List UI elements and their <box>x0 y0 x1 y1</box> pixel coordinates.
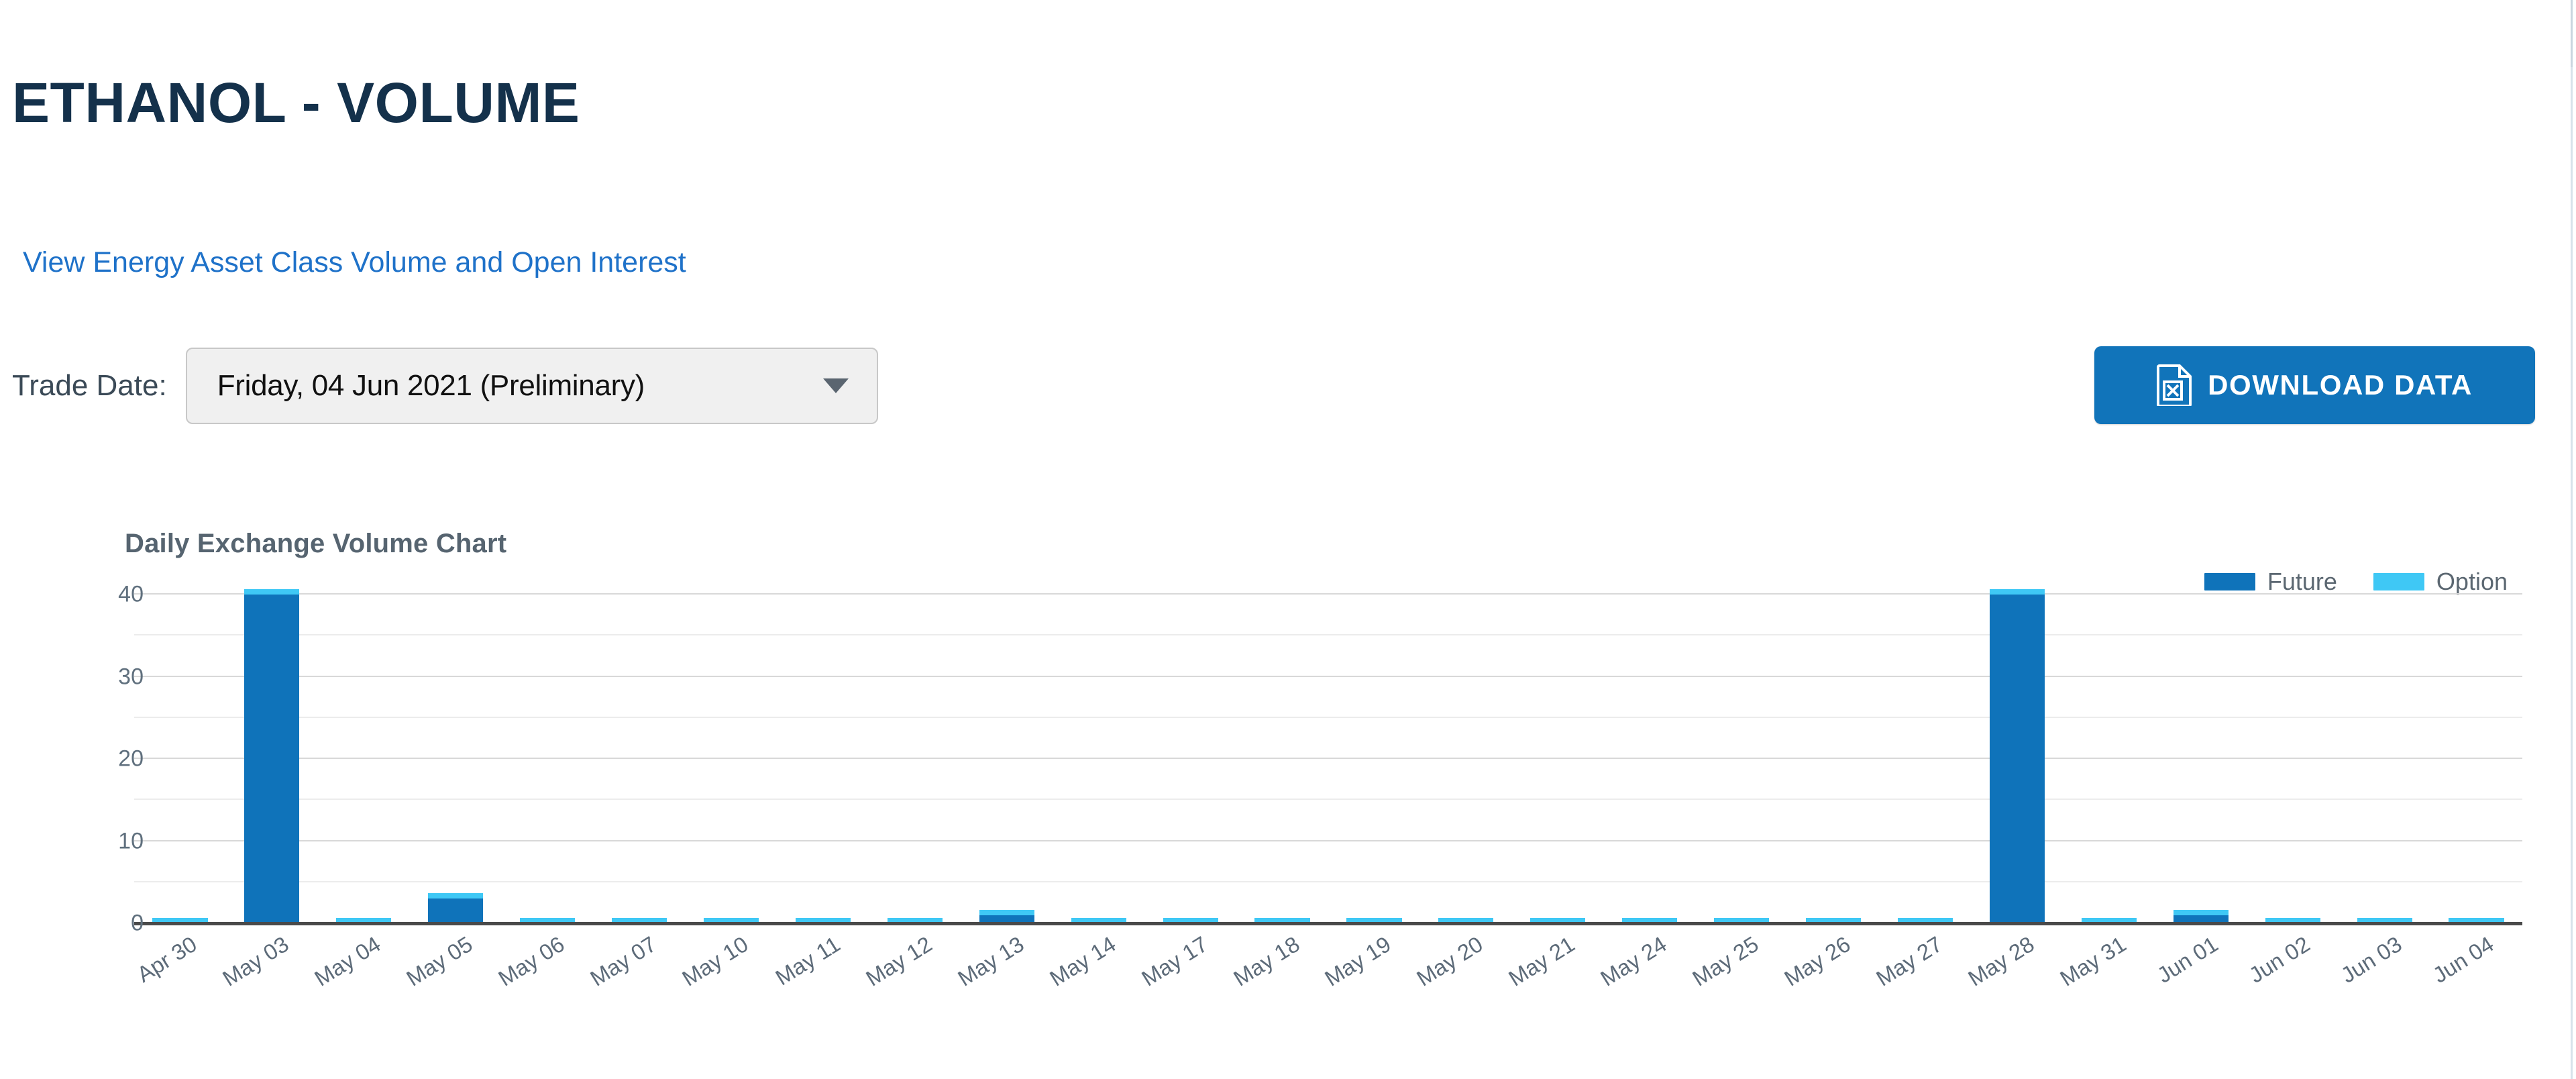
bar-group[interactable] <box>2265 595 2320 923</box>
bar-group[interactable] <box>1346 595 1402 923</box>
bar-group[interactable] <box>612 595 667 923</box>
bar-group[interactable] <box>887 595 943 923</box>
bar-future[interactable] <box>428 898 484 923</box>
x-axis-tick-label: May 26 <box>1780 931 1855 991</box>
y-axis-tick-label: 30 <box>118 664 144 689</box>
energy-asset-class-link[interactable]: View Energy Asset Class Volume and Open … <box>23 246 686 278</box>
bar-future[interactable] <box>244 595 300 923</box>
bar-future[interactable] <box>1989 595 2045 923</box>
page-title: ETHANOL - VOLUME <box>12 71 580 134</box>
y-axis-tick-label: 0 <box>131 910 144 936</box>
x-axis-tick-label: May 21 <box>1504 931 1579 991</box>
plot-wrapper: 0 10 20 30 40 Apr 30 May 03 May 04 May 05 May 06… <box>0 497 2549 1079</box>
bar-group[interactable] <box>1989 589 2045 923</box>
download-data-label: DOWNLOAD DATA <box>2208 369 2473 401</box>
bar-group[interactable] <box>1714 595 1770 923</box>
bar-group[interactable] <box>428 595 484 923</box>
x-axis-tick-label: May 27 <box>1872 931 1947 991</box>
plot-area <box>134 589 2522 925</box>
x-axis-tick-label: May 20 <box>1412 931 1487 991</box>
x-axis-tick-label: May 14 <box>1044 931 1120 991</box>
x-axis-tick-label: May 19 <box>1320 931 1396 991</box>
x-axis-labels: Apr 30 May 03 May 04 May 05 May 06 May 07 May … <box>133 931 2522 1066</box>
trade-date-label: Trade Date: <box>12 369 167 402</box>
bar-option[interactable] <box>2173 909 2229 915</box>
bar-group[interactable] <box>1071 595 1126 923</box>
x-axis-tick-label: May 18 <box>1228 931 1304 991</box>
x-axis-tick-label: Jun 02 <box>2244 931 2314 988</box>
bar-group[interactable] <box>2357 595 2412 923</box>
x-axis-tick-label: May 11 <box>771 931 845 990</box>
bar-group[interactable] <box>520 595 576 923</box>
bar-group[interactable] <box>1163 595 1218 923</box>
bar-group[interactable] <box>1806 595 1862 923</box>
x-axis-tick-label: Jun 03 <box>2336 931 2406 988</box>
bar-group[interactable] <box>336 595 392 923</box>
x-axis-tick-label: May 12 <box>861 931 936 991</box>
x-axis-tick-label: May 13 <box>953 931 1028 991</box>
x-axis-tick-label: May 03 <box>218 931 293 991</box>
chevron-down-icon <box>822 378 849 393</box>
bar-series-container <box>134 589 2522 923</box>
bar-group[interactable] <box>1254 595 1310 923</box>
bar-group[interactable] <box>244 589 300 923</box>
trade-date-select[interactable]: Friday, 04 Jun 2021 (Preliminary) <box>185 348 878 424</box>
bar-group[interactable] <box>1530 595 1586 923</box>
x-axis-tick-label: Jun 04 <box>2428 931 2498 988</box>
x-axis-tick-label: May 05 <box>402 931 477 991</box>
scrollbar-track[interactable] <box>2571 0 2573 67</box>
bar-group[interactable] <box>2081 595 2137 923</box>
x-axis-tick-label: Apr 30 <box>133 931 202 987</box>
bar-group[interactable] <box>979 595 1034 923</box>
x-axis-tick-label: May 17 <box>1136 931 1212 991</box>
x-axis-tick-label: May 28 <box>1964 931 2039 991</box>
bar-group[interactable] <box>703 595 759 923</box>
bar-option[interactable] <box>979 909 1034 915</box>
page-right-border <box>2571 0 2576 1079</box>
bar-option[interactable] <box>1989 589 2045 595</box>
ethanol-volume-page: ETHANOL - VOLUME View Energy Asset Class… <box>0 0 2576 1079</box>
x-axis-tick-label: May 25 <box>1688 931 1763 991</box>
bar-group[interactable] <box>2173 595 2229 923</box>
y-axis-tick-label: 10 <box>118 828 144 854</box>
trade-date-selected-value: Friday, 04 Jun 2021 (Preliminary) <box>217 369 645 402</box>
bar-group[interactable] <box>152 595 208 923</box>
x-axis-tick-label: Jun 01 <box>2152 931 2222 988</box>
bar-group[interactable] <box>2449 595 2504 923</box>
bar-group[interactable] <box>1897 595 1953 923</box>
daily-exchange-volume-chart: Daily Exchange Volume Chart Future Optio… <box>0 497 2549 1079</box>
trade-date-control: Trade Date: Friday, 04 Jun 2021 (Prelimi… <box>12 348 878 424</box>
download-data-button[interactable]: DOWNLOAD DATA <box>2094 346 2535 424</box>
x-axis-line <box>134 922 2522 925</box>
x-axis-tick-label: May 06 <box>494 931 569 991</box>
bar-option[interactable] <box>428 893 484 899</box>
x-axis-tick-label: May 04 <box>310 931 385 991</box>
y-axis-tick-label: 40 <box>118 581 144 607</box>
bar-group[interactable] <box>795 595 851 923</box>
x-axis-tick-label: May 31 <box>2055 931 2131 991</box>
x-axis-tick-label: May 07 <box>586 931 661 991</box>
x-axis-tick-label: May 24 <box>1596 931 1671 991</box>
bar-option[interactable] <box>244 589 300 595</box>
bar-group[interactable] <box>1438 595 1494 923</box>
bar-group[interactable] <box>1622 595 1678 923</box>
excel-file-icon <box>2157 364 2193 407</box>
x-axis-tick-label: May 10 <box>678 931 753 991</box>
y-axis-tick-label: 20 <box>118 746 144 772</box>
